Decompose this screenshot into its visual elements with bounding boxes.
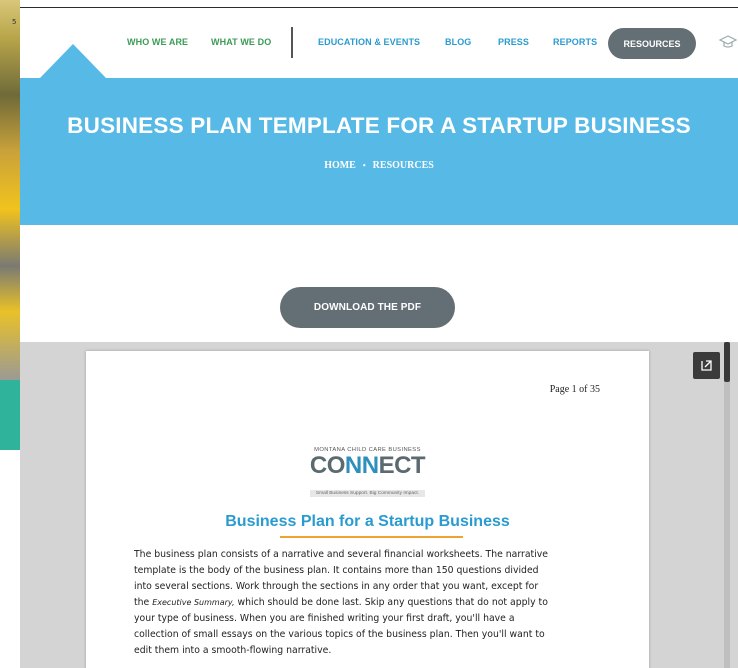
nav-blog[interactable]: BLOG (445, 37, 471, 47)
breadcrumb-separator: • (362, 161, 366, 170)
download-pdf-button[interactable]: DOWNLOAD THE PDF (280, 287, 455, 328)
nav-reports[interactable]: REPORTS (553, 37, 597, 47)
pdf-page: Page 1 of 35 MONTANA CHILD CARE BUSINESS… (86, 351, 649, 668)
background-mini-text: 5 (12, 18, 17, 26)
nav-who-we-are[interactable]: WHO WE ARE (127, 37, 188, 47)
mortarboard-icon[interactable] (718, 32, 738, 52)
document-heading: Business Plan for a Startup Business (225, 513, 510, 530)
background-photo (0, 0, 20, 380)
page: WHO WE ARE WHAT WE DO EDUCATION & EVENTS… (20, 0, 738, 668)
breadcrumb: HOME • RESOURCES (20, 160, 738, 171)
nav-indicator-triangle (40, 44, 106, 78)
viewer-scrollbar-thumb[interactable] (724, 342, 730, 382)
breadcrumb-current: RESOURCES (372, 160, 434, 171)
pdf-viewer[interactable]: Page 1 of 35 MONTANA CHILD CARE BUSINESS… (20, 342, 738, 668)
viewer-scrollbar-track[interactable] (724, 342, 730, 668)
heading-underline (280, 536, 463, 538)
logo-tagline: Small Business Support. Big Community Im… (309, 490, 426, 497)
nav-resources-button[interactable]: RESOURCES (608, 28, 696, 59)
page-title: BUSINESS PLAN TEMPLATE FOR A STARTUP BUS… (67, 113, 691, 138)
nav-what-we-do[interactable]: WHAT WE DO (211, 37, 271, 47)
connect-logo: MONTANA CHILD CARE BUSINESS CONNECT Smal… (86, 447, 649, 498)
background-teal-block (0, 380, 20, 450)
popout-icon[interactable] (693, 352, 720, 379)
nav-divider (291, 27, 293, 58)
top-rule (20, 7, 738, 8)
document-paragraph: The business plan consists of a narrativ… (134, 549, 548, 656)
hero-banner: BUSINESS PLAN TEMPLATE FOR A STARTUP BUS… (20, 78, 738, 225)
nav-education-events[interactable]: EDUCATION & EVENTS (318, 37, 420, 47)
breadcrumb-home[interactable]: HOME (324, 160, 356, 171)
page-indicator: Page 1 of 35 (549, 384, 600, 395)
main-nav: WHO WE ARE WHAT WE DO EDUCATION & EVENTS… (20, 20, 738, 66)
logo-wordmark: CONNECT (309, 452, 426, 479)
nav-press[interactable]: PRESS (498, 37, 529, 47)
background-strip: 5 (0, 0, 20, 668)
